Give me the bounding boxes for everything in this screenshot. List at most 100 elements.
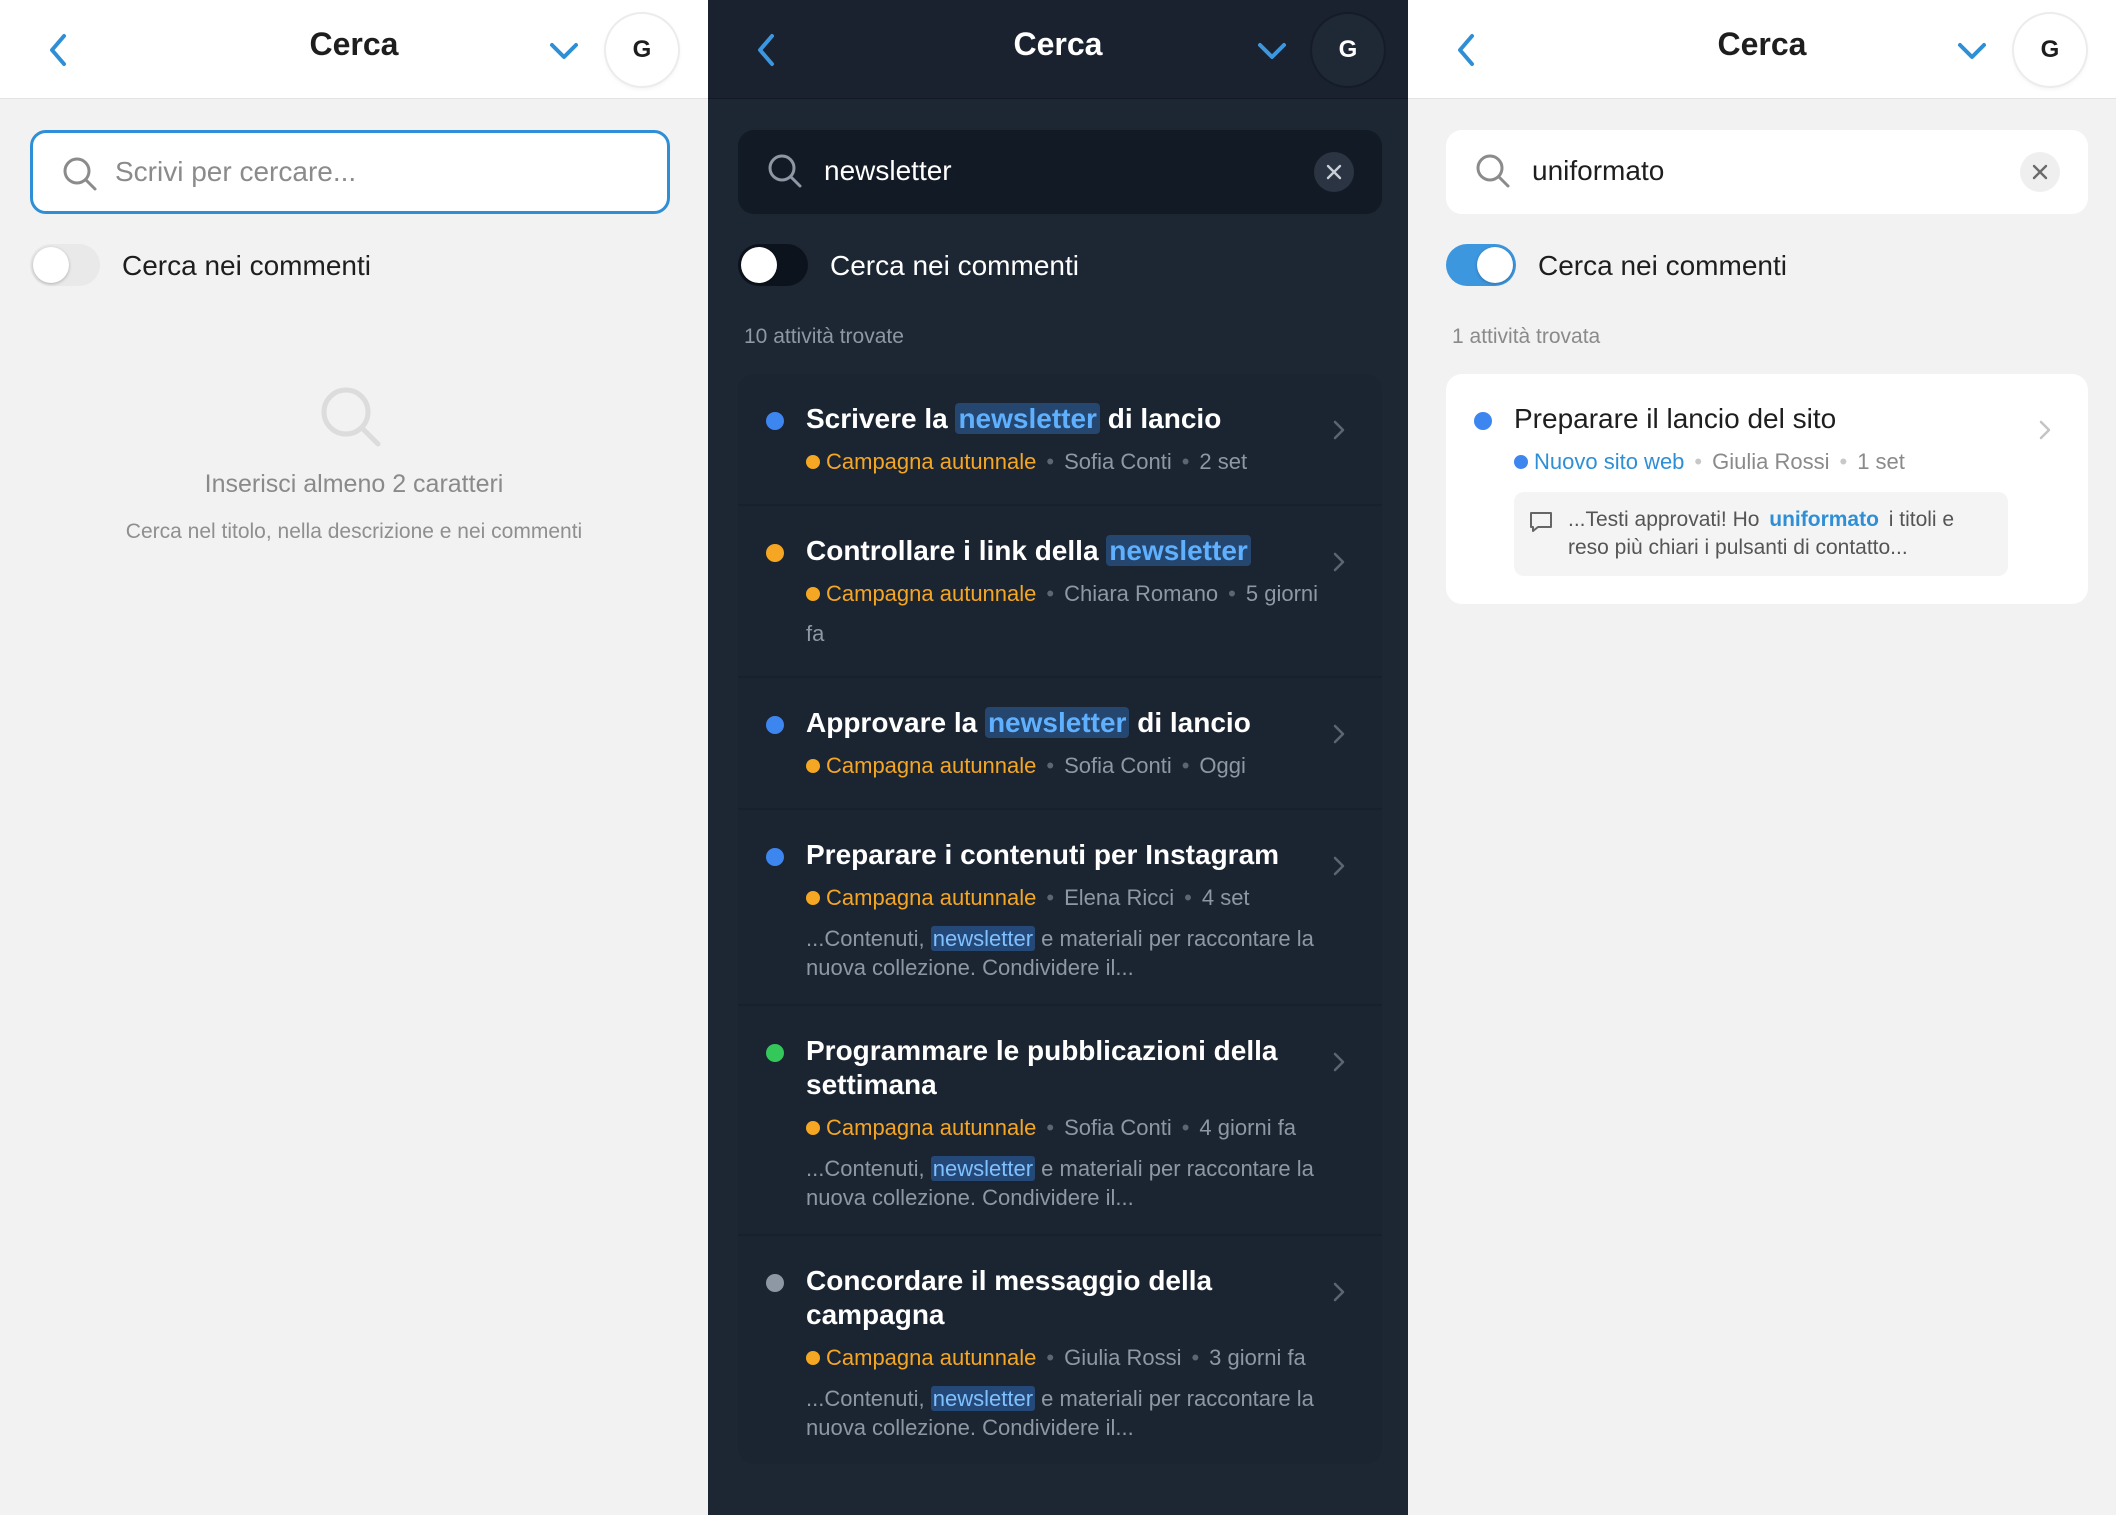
chevron-right-icon [2039, 420, 2051, 440]
search-icon [768, 154, 802, 188]
empty-state-title: Inserisci almeno 2 caratteri [204, 470, 504, 498]
snippet-pre: ...Contenuti, [806, 1156, 931, 1181]
result-meta: Campagna autunnale • Sofia Conti • 4 giorni … [806, 1108, 1322, 1148]
project-dot [806, 1351, 820, 1365]
chevron-down-icon[interactable] [546, 36, 582, 66]
due-date: Oggi [1199, 753, 1246, 778]
result-title: Preparare il lancio del sito [1514, 403, 1837, 434]
search-input[interactable]: Scrivi per cercare... [30, 130, 670, 214]
result-item[interactable]: Concordare il messaggio della campagna Ca… [738, 1236, 1382, 1464]
result-meta: Nuovo sito web • Giulia Rossi • 1 set [1514, 442, 2028, 482]
comments-toggle-label: Cerca nei commenti [122, 250, 371, 281]
result-title-pre: Preparare i contenuti per Instagram [806, 839, 1280, 870]
assignee: Giulia Rossi [1712, 449, 1830, 474]
search-value: newsletter [824, 155, 952, 186]
separator: • [1181, 1115, 1190, 1140]
result-meta: Campagna autunnale • Giulia Rossi • 3 giorni… [806, 1338, 1322, 1378]
status-dot [1474, 412, 1492, 430]
result-title-pre: Scrivere la [806, 403, 956, 434]
snippet-pre: ...Contenuti, [806, 1386, 931, 1411]
comments-toggle-row: Cerca nei commenti [738, 242, 1338, 288]
project-dot [806, 891, 820, 905]
result-item[interactable]: Scrivere la newsletter di lancio Campagna… [738, 374, 1382, 506]
chevron-down-icon[interactable] [1254, 36, 1290, 66]
separator: • [1191, 1345, 1200, 1370]
result-item[interactable]: Preparare il lancio del sito Nuovo sito … [1446, 374, 2088, 604]
header: Cerca G [708, 0, 1408, 99]
header: Cerca G [1408, 0, 2116, 99]
result-snippet: ...Contenuti, newsletter e materiali per… [806, 1384, 1322, 1442]
assignee: Sofia Conti [1064, 449, 1172, 474]
comments-toggle-label: Cerca nei commenti [830, 250, 1079, 281]
search-input[interactable]: newsletter [738, 130, 1382, 214]
separator: • [1046, 581, 1055, 606]
search-icon [321, 387, 381, 447]
separator: • [1046, 885, 1055, 910]
result-item[interactable]: Programmare le pubblicazioni della setti… [738, 1006, 1382, 1236]
results-count: 10 attività trovate [744, 325, 904, 348]
results-list: Preparare il lancio del sito Nuovo sito … [1446, 374, 2088, 604]
result-meta: Campagna autunnale • Elena Ricci • 4 set [806, 878, 1322, 918]
status-dot [766, 1274, 784, 1292]
comments-toggle[interactable] [738, 244, 808, 286]
result-title-pre: Approvare la [806, 707, 985, 738]
separator: • [1046, 449, 1055, 474]
result-title-highlight: newsletter [984, 707, 1130, 738]
separator: • [1181, 449, 1190, 474]
comment-text-pre: ...Testi approvati! Ho [1568, 508, 1766, 531]
result-title: Concordare il messaggio della campagna [806, 1264, 1322, 1332]
separator: • [1046, 1115, 1055, 1140]
avatar[interactable]: G [1312, 14, 1384, 86]
page-title: Cerca [1717, 26, 1807, 62]
project-dot [806, 455, 820, 469]
project-name: Campagna autunnale [826, 753, 1037, 778]
result-meta: Campagna autunnale • Sofia Conti • Oggi [806, 746, 1322, 786]
due-date: 1 set [1857, 449, 1905, 474]
comments-toggle[interactable] [1446, 244, 1516, 286]
result-title: Programmare le pubblicazioni della setti… [806, 1034, 1322, 1102]
chevron-right-icon [1333, 724, 1345, 744]
search-panel-comments: Cerca G uniformato Cerca nei commenti 1 … [1408, 0, 2116, 1515]
result-item[interactable]: Controllare i link della newsletter Campa… [738, 506, 1382, 678]
chevron-right-icon [1333, 552, 1345, 572]
snippet-highlight: newsletter [930, 1156, 1036, 1181]
separator: • [1839, 449, 1848, 474]
search-placeholder: Scrivi per cercare... [115, 156, 357, 187]
result-meta: Campagna autunnale • Chiara Romano • 5 giorn… [806, 574, 1322, 654]
separator: • [1046, 753, 1055, 778]
comment-icon [1530, 512, 1552, 532]
project-dot [1514, 455, 1528, 469]
result-title: Controllare i link della newsletter [806, 534, 1322, 568]
due-date: 4 giorni fa [1199, 1115, 1297, 1140]
separator: • [1184, 885, 1192, 910]
assignee: Chiara Romano [1064, 581, 1219, 606]
toggle-knob [1477, 247, 1513, 283]
result-title: Scrivere la newsletter di lancio [806, 402, 1322, 436]
separator: • [1228, 581, 1236, 606]
project-name: Nuovo sito web [1534, 449, 1685, 474]
comment-snippet: ...Testi approvati! Ho uniformato i tito… [1514, 492, 2008, 576]
comments-toggle[interactable] [30, 244, 100, 286]
clear-search-button[interactable] [2020, 152, 2060, 192]
status-dot [766, 848, 784, 866]
due-date: 4 set [1201, 885, 1250, 910]
assignee: Sofia Conti [1064, 1115, 1172, 1140]
project-name: Campagna autunnale [826, 581, 1037, 606]
result-title: Approvare la newsletter di lancio [806, 706, 1322, 740]
snippet-highlight: newsletter [930, 1386, 1036, 1411]
close-icon [1326, 164, 1342, 180]
result-title-pre: Controllare i link della [806, 535, 1107, 566]
page-title: Cerca [1013, 26, 1103, 62]
clear-search-button[interactable] [1314, 152, 1354, 192]
search-input[interactable]: uniformato [1446, 130, 2088, 214]
result-title-post: di lancio [1129, 707, 1251, 738]
avatar[interactable]: G [2014, 14, 2086, 86]
result-item[interactable]: Preparare i contenuti per Instagram Campa… [738, 810, 1382, 1006]
due-date: 3 giorni fa [1209, 1345, 1306, 1370]
chevron-down-icon[interactable] [1954, 36, 1990, 66]
result-title-pre: Programmare le pubblicazioni della setti… [806, 1035, 1278, 1100]
result-title-highlight: newsletter [955, 403, 1100, 434]
avatar[interactable]: G [606, 14, 678, 86]
result-item[interactable]: Approvare la newsletter di lancio Campagn… [738, 678, 1382, 810]
chevron-right-icon [1333, 1282, 1345, 1302]
